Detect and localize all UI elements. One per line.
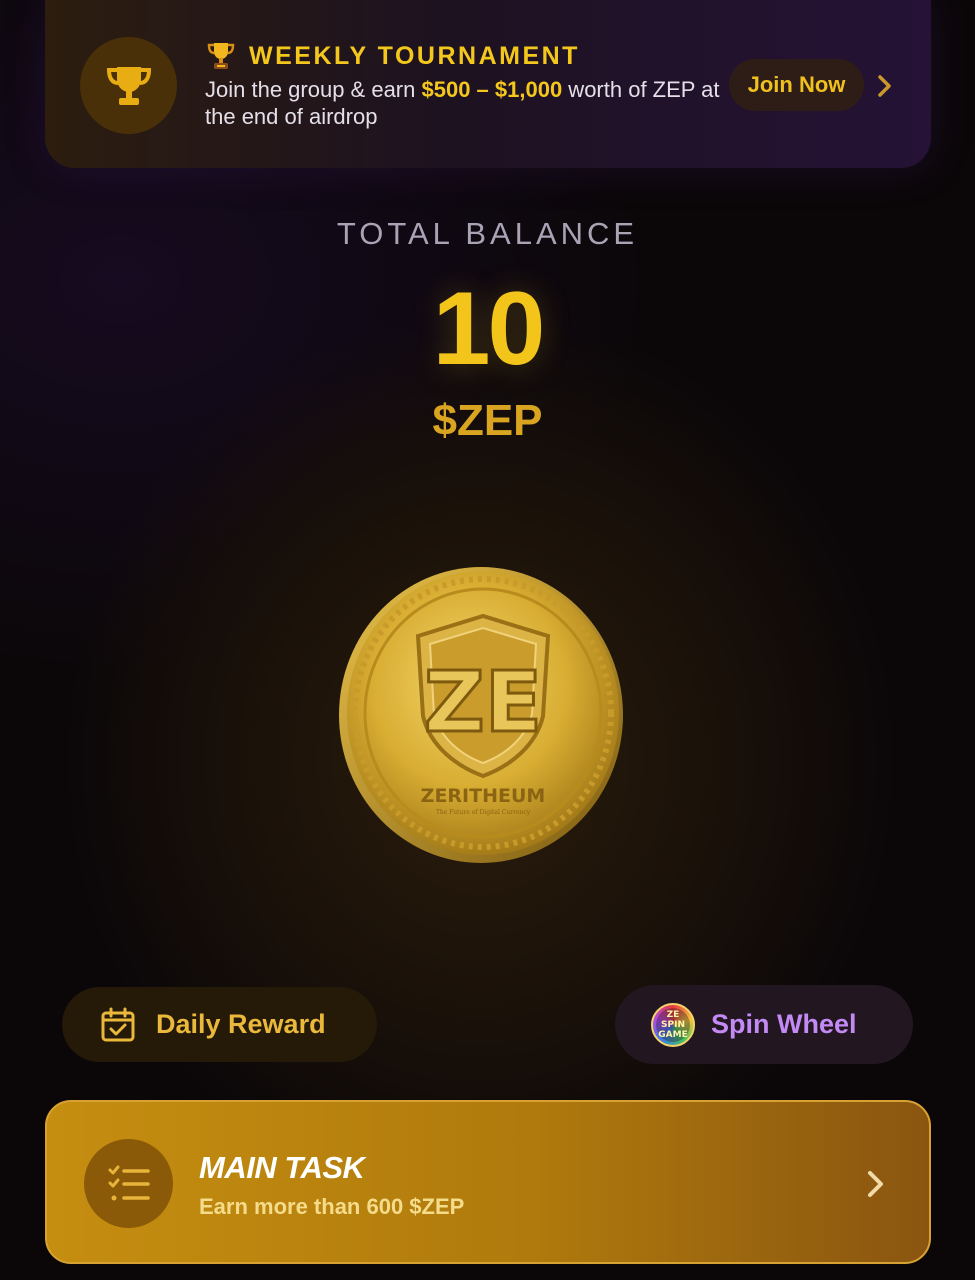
total-balance-label: TOTAL BALANCE <box>336 216 639 251</box>
calendar-check-icon <box>101 1007 135 1041</box>
checklist-icon <box>108 1165 150 1200</box>
trophy-icon <box>106 66 151 105</box>
banner-title: WEEKLY TOURNAMENT <box>249 41 580 70</box>
zeritheum-coin[interactable]: ZE ZERITHEUM The Future of Digital Curre… <box>338 566 624 864</box>
task-icon-badge <box>84 1139 173 1228</box>
trophy-emoji-icon <box>207 43 235 69</box>
coin-tagline: The Future of Digital Currency <box>436 809 531 816</box>
main-task-card[interactable]: MAIN TASK Earn more than 600 $ZEP <box>45 1100 931 1264</box>
balance-unit: $ZEP <box>432 396 543 445</box>
main-task-subtitle: Earn more than 600 $ZEP <box>199 1194 465 1219</box>
banner-reward-amount: $500 – $1,000 <box>421 77 563 102</box>
banner-desc-pre: Join the group & earn <box>205 77 422 102</box>
spin-game-logo-icon: ZE SPIN GAME <box>651 1002 695 1047</box>
spin-wheel-label: Spin Wheel <box>711 1009 857 1039</box>
daily-reward-label: Daily Reward <box>156 1009 326 1039</box>
total-balance-value: 10 <box>432 271 546 387</box>
chevron-right-icon[interactable] <box>875 72 895 100</box>
coin-name: ZERITHEUM <box>421 785 546 807</box>
weekly-tournament-banner[interactable]: WEEKLY TOURNAMENT Join the group & earn … <box>45 0 931 168</box>
banner-title-row: WEEKLY TOURNAMENT <box>205 40 580 72</box>
spin-logo-text: ZE SPIN GAME <box>656 1007 690 1042</box>
spin-wheel-button[interactable]: ZE SPIN GAME Spin Wheel <box>615 985 913 1064</box>
main-task-title: MAIN TASK <box>199 1150 365 1185</box>
app-screen: WEEKLY TOURNAMENT Join the group & earn … <box>0 0 975 1280</box>
chevron-right-icon[interactable] <box>865 1168 887 1200</box>
banner-description: Join the group & earn $500 – $1,000 wort… <box>205 76 725 130</box>
trophy-badge <box>80 37 177 134</box>
daily-reward-button[interactable]: Daily Reward <box>62 987 377 1062</box>
join-now-button[interactable]: Join Now <box>729 59 864 111</box>
coin-monogram: ZE <box>424 653 542 751</box>
